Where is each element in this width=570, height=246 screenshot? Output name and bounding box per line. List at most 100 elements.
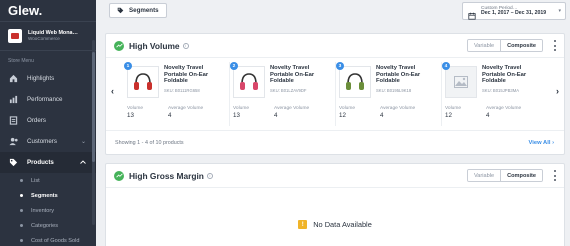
variable-composite-toggle: Variable Composite [466,169,543,182]
info-icon[interactable]: i [206,172,213,179]
toggle-variable[interactable]: Variable [467,40,502,51]
headphones-image[interactable] [233,66,265,98]
product-item[interactable]: 1 Novelty Travel Portable On-Ear Foldabl… [124,62,230,126]
high-volume-card: High Volume i Variable Composite ‹ 1 Nov… [105,33,565,155]
sidebar-item-highlights[interactable]: Highlights [0,68,96,89]
sidebar-subitem-cogs[interactable]: Cost of Goods Sold [0,233,96,246]
product-sku: SKU: B015JPB3MA [482,88,520,93]
sidebar-item-orders[interactable]: Orders [0,110,96,131]
sidebar-subitem-list[interactable]: List [0,173,96,188]
product-name: Novelty Travel Portable On-Ear Foldable [376,65,421,85]
period-range: Dec 1, 2017 – Dec 31, 2019 [481,9,547,16]
product-sku: SKU: B01LZAV9DF [270,88,307,93]
bullet-dot [20,179,23,182]
carousel-next-arrow[interactable]: › [556,86,559,96]
logo-bar: Glew. [0,0,96,22]
orders-icon [8,116,19,125]
sidebar: Glew. Liquid Web Mona… WooCommerce Store… [0,0,96,246]
avg-volume-metric: Average Volume 4 [168,106,204,119]
bullet-dot [20,239,23,242]
product-carousel: ‹ 1 Novelty Travel Portable On-Ear Folda… [106,58,564,128]
sidebar-subitem-label: Categories [31,222,59,229]
chevron-up-icon[interactable] [80,159,86,166]
tag-icon [117,7,124,14]
chevron-down-icon[interactable]: ⌄ [81,138,86,145]
no-data-message: ! No Data Available [106,220,564,229]
sidebar-item-products[interactable]: Products [0,152,96,173]
more-options-icon[interactable] [553,40,557,51]
toggle-composite[interactable]: Composite [501,40,542,51]
tag-icon [8,158,19,167]
calendar-icon [468,7,476,20]
product-sku: SKU: B0195L9K18 [376,88,412,93]
product-name: Novelty Travel Portable On-Ear Foldable [270,65,315,85]
rank-badge: 1 [124,62,132,70]
product-list: 1 Novelty Travel Portable On-Ear Foldabl… [124,62,548,126]
sidebar-subitem-inventory[interactable]: Inventory [0,203,96,218]
headphones-image[interactable] [127,66,159,98]
sidebar-item-performance[interactable]: Performance [0,89,96,110]
segments-button[interactable]: Segments [109,3,167,18]
high-gross-margin-card: High Gross Margin i Variable Composite !… [105,163,565,246]
sidebar-subitem-label: List [31,177,40,184]
carousel-prev-arrow[interactable]: ‹ [111,86,114,96]
store-menu-title: Store Menu [8,58,34,64]
rank-badge: 4 [442,62,450,70]
sidebar-item-customers[interactable]: Customers ⌄ [0,131,96,152]
no-data-text: No Data Available [313,220,372,229]
date-period-selector[interactable]: Custom Period… Dec 1, 2017 – Dec 31, 201… [462,2,566,20]
variable-composite-toggle: Variable Composite [466,39,543,52]
product-name: Novelty Travel Portable On-Ear Foldable [164,65,209,85]
bullet-dot [20,224,23,227]
product-item[interactable]: 4 Novelty Travel Portable On-Ear Foldabl… [442,62,548,126]
volume-metric: Volume 12 [445,106,461,119]
sidebar-scroll-thumb[interactable] [92,52,95,162]
product-item[interactable]: 2 Novelty Travel Portable On-Ear Foldabl… [230,62,336,126]
headphones-image[interactable] [339,66,371,98]
product-sku: SKU: B0111RG658 [164,88,200,93]
view-all-link[interactable]: View All › [529,140,554,146]
trend-up-icon [114,170,124,181]
trend-up-icon [114,40,124,51]
caret-down-icon: ▾ [558,8,561,14]
toggle-composite[interactable]: Composite [501,170,542,181]
toggle-variable[interactable]: Variable [467,170,502,181]
volume-metric: Volume 13 [233,106,249,119]
card-title: High Volume [129,40,180,51]
volume-metric: Volume 13 [127,106,143,119]
card-title: High Gross Margin [129,170,204,181]
sidebar-subitem-label: Segments [31,192,58,199]
rank-badge: 3 [336,62,344,70]
customers-icon [8,137,19,146]
image-placeholder-icon[interactable] [445,66,477,98]
more-options-icon[interactable] [553,170,557,181]
avg-volume-metric: Average Volume 4 [486,106,522,119]
sidebar-item-label: Performance [27,96,63,103]
sidebar-item-label: Orders [27,117,46,124]
info-icon[interactable]: i [182,42,189,49]
store-icon [8,29,22,43]
sidebar-subitem-categories[interactable]: Categories [0,218,96,233]
chart-icon [8,95,19,104]
sidebar-subitem-label: Inventory [31,207,55,214]
warning-icon: ! [298,220,308,229]
card-header: High Volume i Variable Composite [106,34,564,58]
sidebar-item-label: Customers [27,138,57,145]
sidebar-subitem-segments[interactable]: Segments [0,188,96,203]
card-header: High Gross Margin i Variable Composite [106,164,564,188]
avg-volume-metric: Average Volume 4 [380,106,416,119]
bullet-dot [20,209,23,212]
home-icon [8,74,19,83]
volume-metric: Volume 12 [339,106,355,119]
glew-logo[interactable]: Glew. [8,3,42,18]
showing-count: Showing 1 - 4 of 10 products [115,139,184,146]
product-item[interactable]: 3 Novelty Travel Portable On-Ear Foldabl… [336,62,442,126]
segments-label: Segments [129,7,159,14]
rank-badge: 2 [230,62,238,70]
product-name: Novelty Travel Portable On-Ear Foldable [482,65,527,85]
sidebar-item-label: Highlights [27,75,55,82]
store-selector[interactable]: Liquid Web Mona… WooCommerce [0,22,96,51]
bullet-dot [20,194,23,197]
sidebar-subitem-label: Cost of Goods Sold [31,237,80,244]
avg-volume-metric: Average Volume 4 [274,106,310,119]
